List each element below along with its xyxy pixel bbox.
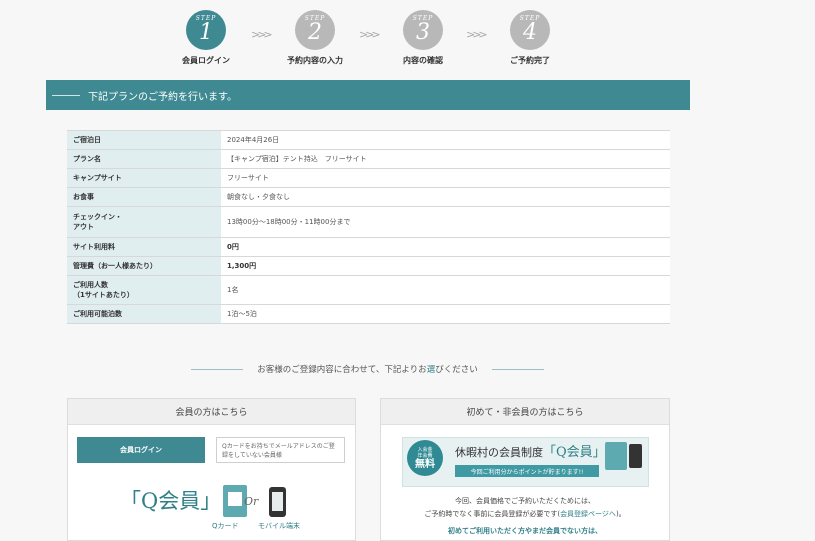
table-row: サイト利用料 0円 [67, 237, 670, 257]
chevrons-icon: >>> [466, 28, 488, 41]
step-4-number: 4 [523, 20, 537, 45]
row-value: 【キャンプ宿泊】テント持込 フリーサイト [221, 149, 670, 169]
step-1-number: 1 [199, 20, 213, 45]
step-1-circle: STEP 1 [186, 10, 226, 50]
row-label: プラン名 [67, 149, 221, 169]
step-4: STEP 4 ご予約完了 [490, 10, 570, 66]
table-row: キャンプサイト フリーサイト [67, 168, 670, 188]
step-3-number: 3 [416, 20, 430, 45]
member-card-title: 会員の方はこちら [68, 399, 355, 425]
row-label: ご利用可能泊数 [67, 304, 221, 324]
step-2-label: 予約内容の入力 [287, 56, 343, 65]
table-row: ご利用人数 （1サイトあたり） 1名 [67, 275, 670, 305]
step-2-number: 2 [308, 20, 322, 45]
badge-text-free: 無料 [415, 459, 435, 470]
or-text: Or [244, 495, 259, 508]
chevrons-icon: >>> [251, 28, 273, 41]
select-heading-text: お客様のご登録内容に合わせて、下記よりお選びください [257, 363, 477, 375]
qcard-caption: Qカード [212, 522, 239, 530]
step-3-label: 内容の確認 [403, 56, 443, 65]
info-line-2-before: ご予約時でなく事前に会員登録が必要です( [424, 510, 561, 518]
chevrons-icon: >>> [359, 28, 381, 41]
promo-subtitle: 今回ご利用分からポイントが貯まります!! [455, 465, 599, 477]
row-label: ご利用人数 （1サイトあたり） [67, 275, 221, 305]
nonmember-info-text: 今回、会員価格でご予約いただくためには、 ご予約時でなく事前に会員登録が必要です… [381, 495, 669, 521]
table-row: ご宿泊日 2024年4月26日 [67, 130, 670, 150]
promo-title: 休暇村の会員制度「Q会員」 [455, 441, 606, 460]
step-3: STEP 3 内容の確認 [383, 10, 463, 66]
nonmember-card-title: 初めて・非会員の方はこちら [381, 399, 669, 425]
row-value: 1名 [221, 275, 670, 305]
step-2-circle: STEP 2 [295, 10, 335, 50]
heading-divider [491, 368, 544, 370]
row-value: 朝食なし・夕食なし [221, 187, 670, 207]
row-label-line2: （1サイトあたり） [73, 291, 134, 299]
member-login-button[interactable]: 会員ログイン [77, 437, 205, 463]
plan-details-table: ご宿泊日 2024年4月26日 プラン名 【キャンプ宿泊】テント持込 フリーサイ… [67, 130, 670, 324]
member-card: 会員の方はこちら 会員ログイン Qカードをお持ちでメールアドレスのご登録をしてい… [67, 398, 356, 541]
row-label-line2: アウト [73, 223, 94, 231]
q-member-logo: 「Q会員」 [120, 489, 222, 513]
table-row: お食事 朝食なし・夕食なし [67, 187, 670, 207]
row-label: サイト利用料 [67, 237, 221, 257]
row-value: フリーサイト [221, 168, 670, 188]
info-line-2-after: )。 [615, 510, 626, 518]
row-value: 1,300円 [221, 256, 670, 276]
heading-text-after: びください [435, 365, 478, 375]
row-value: 0円 [221, 237, 670, 257]
mobile-phone-icon [269, 487, 286, 517]
row-label: 管理費（お一人様あたり） [67, 256, 221, 276]
heading-divider [191, 368, 244, 370]
row-label: お食事 [67, 187, 221, 207]
info-line-3: 初めてご利用いただく方やまだ会員でない方は、 [448, 527, 602, 535]
row-label-line1: ご利用人数 [73, 281, 108, 289]
register-link[interactable]: 会員登録ページへ [560, 510, 616, 518]
heading-text-highlight: 選 [426, 365, 436, 375]
row-value: 1泊～5泊 [221, 304, 670, 324]
select-heading: お客様のご登録内容に合わせて、下記よりお選びください [160, 362, 575, 376]
step-4-label: ご予約完了 [510, 56, 550, 65]
step-1: STEP 1 会員ログイン [166, 10, 246, 66]
mobile-phone-icon [629, 444, 642, 468]
heading-text-before: お客様のご登録内容に合わせて、下記よりお [257, 365, 427, 375]
table-row: 管理費（お一人様あたり） 1,300円 [67, 256, 670, 276]
plan-banner: 下記プランのご予約を行います。 [46, 80, 690, 110]
qcard-icon [605, 442, 627, 470]
step-2: STEP 2 予約内容の入力 [275, 10, 355, 66]
table-row: チェックイン・ アウト 13時00分～18時00分・11時00分まで [67, 206, 670, 238]
row-label: ご宿泊日 [67, 130, 221, 150]
qcard-login-link[interactable]: Qカードをお持ちでメールアドレスのご登録をしていない会員様 [216, 437, 345, 463]
promo-title-q: 「Q会員」 [543, 445, 606, 460]
row-label: チェックイン・ アウト [67, 206, 221, 238]
q-member-promo-banner[interactable]: 入会金 年会費 無料 休暇村の会員制度「Q会員」 今回ご利用分からポイントが貯ま… [402, 437, 649, 487]
mobile-caption: モバイル端末 [258, 522, 300, 530]
banner-divider [52, 94, 80, 96]
row-value: 13時00分～18時00分・11時00分まで [221, 206, 670, 238]
table-row: ご利用可能泊数 1泊～5泊 [67, 304, 670, 324]
promo-title-text: 休暇村の会員制度 [455, 446, 543, 459]
row-label: キャンプサイト [67, 168, 221, 188]
table-row: プラン名 【キャンプ宿泊】テント持込 フリーサイト [67, 149, 670, 169]
step-progress: STEP 1 会員ログイン >>> STEP 2 予約内容の入力 >>> STE… [0, 10, 815, 70]
free-badge: 入会金 年会費 無料 [407, 440, 443, 476]
row-value: 2024年4月26日 [221, 130, 670, 150]
step-1-label: 会員ログイン [182, 56, 230, 65]
row-label-line1: チェックイン・ [73, 213, 122, 221]
step-4-circle: STEP 4 [510, 10, 550, 50]
info-line-2: ご予約時でなく事前に会員登録が必要です(会員登録ページへ)。 [381, 508, 669, 521]
step-3-circle: STEP 3 [403, 10, 443, 50]
banner-title: 下記プランのご予約を行います。 [88, 91, 237, 103]
nonmember-card: 初めて・非会員の方はこちら 入会金 年会費 無料 休暇村の会員制度「Q会員」 今… [380, 398, 670, 541]
info-line-1: 今回、会員価格でご予約いただくためには、 [455, 497, 595, 505]
